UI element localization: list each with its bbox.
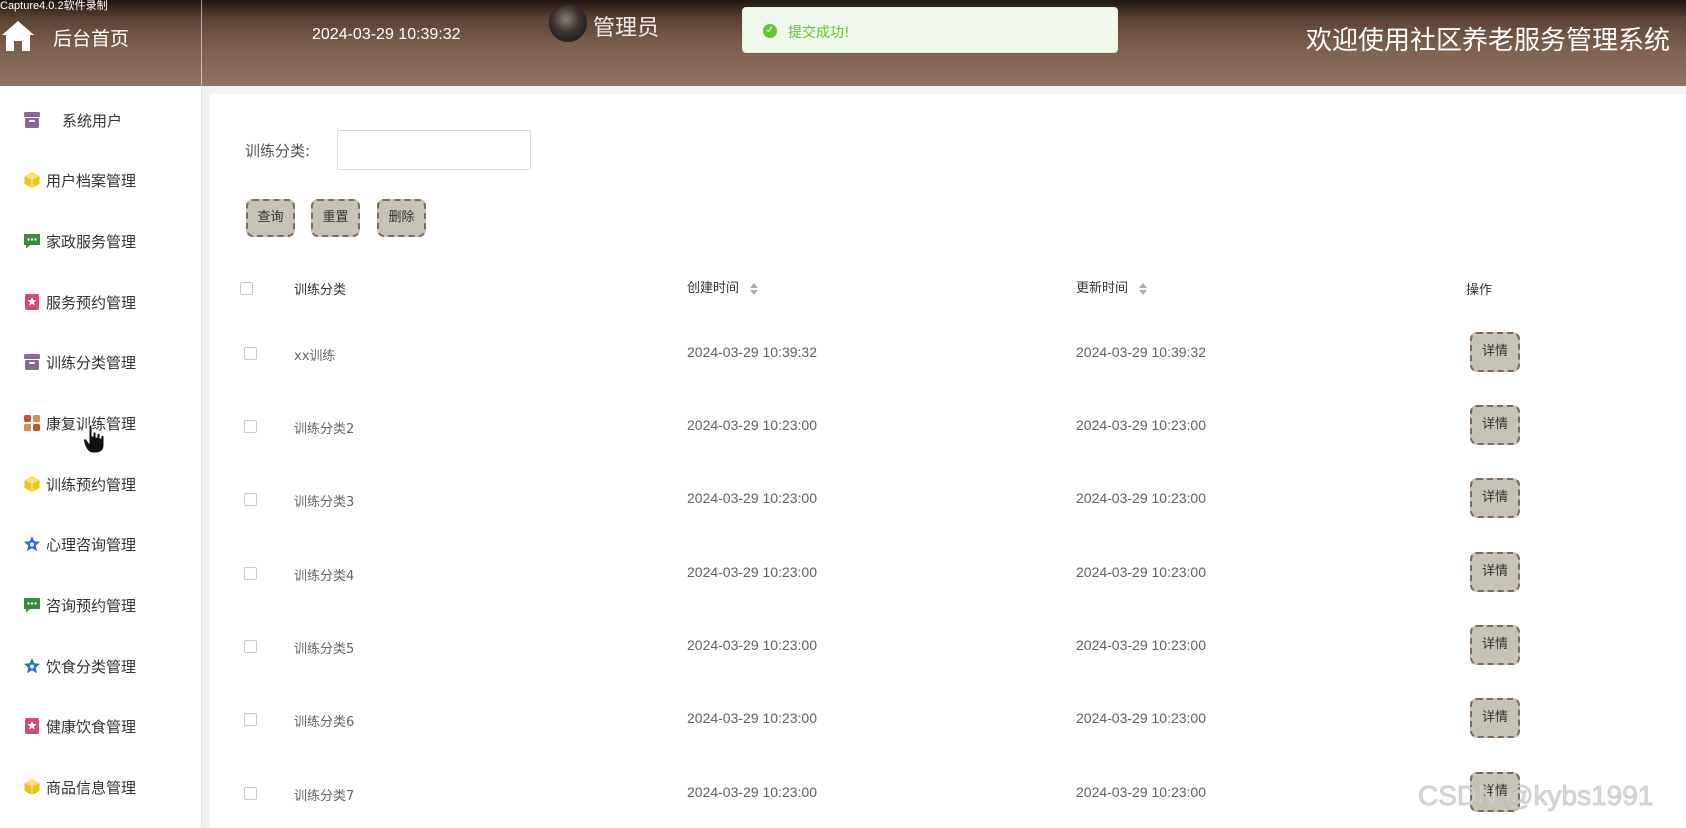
cell-updated-time: 2024-03-29 10:23:00 [1076,417,1206,433]
cell-created-time: 2024-03-29 10:39:32 [687,344,817,360]
sidebar-item[interactable]: 用户档案管理 [0,160,201,200]
archive-icon [23,353,41,371]
row-checkbox[interactable] [244,713,257,726]
system-title: 欢迎使用社区养老服务管理系统 [1305,26,1670,56]
grid-icon [23,414,41,432]
cell-training-category: 训练分类5 [294,642,355,657]
sidebar-item-label: 健康饮食管理 [46,718,137,736]
avatar[interactable] [549,4,587,42]
cell-created-time: 2024-03-29 10:23:00 [687,490,817,506]
select-all-checkbox[interactable] [240,282,253,295]
column-header-updated-label: 更新时间 [1076,281,1129,296]
top-header: Capture4.0.2软件录制 后台首页 2024-03-29 10:39:3… [0,0,1686,86]
sidebar-item[interactable]: 训练分类管理 [0,342,201,382]
sidebar-item[interactable]: 训练预约管理 [0,464,201,504]
cell-created-time: 2024-03-29 10:23:00 [687,784,817,800]
cell-training-category: 训练分类7 [294,789,355,804]
csdn-watermark: CSDN @kybs1991 [1417,780,1654,812]
row-checkbox[interactable] [244,347,257,360]
sidebar-item-label: 咨询预约管理 [46,597,137,615]
detail-button[interactable]: 详情 [1470,552,1520,592]
check-circle-icon: ✓ [763,24,777,38]
sidebar-item[interactable]: 服务预约管理 [0,282,201,322]
cell-updated-time: 2024-03-29 10:23:00 [1076,784,1206,800]
cube-icon [23,778,41,796]
cell-updated-time: 2024-03-29 10:23:00 [1076,564,1206,580]
sidebar-item-label: 用户档案管理 [46,172,137,190]
detail-button[interactable]: 详情 [1470,625,1520,665]
cell-created-time: 2024-03-29 10:23:00 [687,564,817,580]
sidebar-item-label: 系统用户 [62,112,123,130]
success-toast: ✓ 提交成功! [742,7,1118,53]
sidebar-item-label: 家政服务管理 [46,233,137,251]
sidebar-item[interactable]: 心理咨询管理 [0,524,201,564]
sidebar-item[interactable]: 系统用户 [0,100,201,140]
sidebar-item-label: 训练预约管理 [46,476,137,494]
column-header-action: 操作 [1466,283,1493,298]
sidebar-item[interactable]: 健康饮食管理 [0,706,201,746]
delete-button[interactable]: 删除 [377,199,426,237]
toast-message: 提交成功! [788,25,850,41]
username[interactable]: 管理员 [593,10,659,42]
column-header-created-label: 创建时间 [687,281,740,296]
cell-updated-time: 2024-03-29 10:39:32 [1076,344,1206,360]
cell-training-category: 训练分类6 [294,715,355,730]
sort-icon[interactable] [1138,282,1148,296]
home-label: 后台首页 [53,28,130,50]
chat-icon [23,232,41,250]
sidebar-item-label: 训练分类管理 [46,354,137,372]
current-datetime: 2024-03-29 10:39:32 [312,26,461,43]
cube-icon [23,475,41,493]
cell-created-time: 2024-03-29 10:23:00 [687,637,817,653]
column-header-name: 训练分类 [294,283,347,298]
detail-button[interactable]: 详情 [1470,405,1520,445]
cell-updated-time: 2024-03-29 10:23:00 [1076,710,1206,726]
cell-created-time: 2024-03-29 10:23:00 [687,710,817,726]
column-header-created[interactable]: 创建时间 [687,277,759,296]
detail-button[interactable]: 详情 [1470,332,1520,372]
detail-button[interactable]: 详情 [1470,698,1520,738]
cell-training-category: xx训练 [294,349,336,364]
query-button[interactable]: 查询 [246,199,295,237]
badge-icon [23,717,41,735]
cell-training-category: 训练分类4 [294,569,355,584]
row-checkbox[interactable] [244,420,257,433]
cell-training-category: 训练分类3 [294,495,355,510]
row-checkbox[interactable] [244,640,257,653]
row-checkbox[interactable] [244,787,257,800]
reset-button[interactable]: 重置 [311,199,360,237]
star-icon [23,657,41,675]
cube-icon [23,171,41,189]
sidebar-item[interactable]: 饮食分类管理 [0,646,201,686]
row-checkbox[interactable] [244,567,257,580]
home-link[interactable]: 后台首页 [0,0,202,86]
pointer-hand-icon [83,424,105,454]
cell-updated-time: 2024-03-29 10:23:00 [1076,490,1206,506]
sidebar-item-label: 商品信息管理 [46,779,137,797]
row-checkbox[interactable] [244,493,257,506]
cell-training-category: 训练分类2 [294,422,355,437]
chat-icon [23,596,41,614]
sidebar-item-label: 服务预约管理 [46,294,137,312]
training-category-input[interactable] [337,130,531,170]
cell-created-time: 2024-03-29 10:23:00 [687,417,817,433]
archive-icon [23,111,41,129]
sidebar-item-label: 心理咨询管理 [46,536,137,554]
main-panel [210,94,1686,828]
column-header-updated[interactable]: 更新时间 [1076,277,1148,296]
detail-button[interactable]: 详情 [1470,478,1520,518]
sidebar-item[interactable]: 家政服务管理 [0,221,201,261]
badge-icon [23,293,41,311]
star-icon [23,535,41,553]
sidebar-item[interactable]: 商品信息管理 [0,767,201,807]
sidebar-item[interactable]: 咨询预约管理 [0,585,201,625]
filter-label: 训练分类: [245,142,311,160]
sidebar-item-label: 饮食分类管理 [46,658,137,676]
home-icon [2,21,34,51]
cell-updated-time: 2024-03-29 10:23:00 [1076,637,1206,653]
sort-icon[interactable] [749,282,759,296]
